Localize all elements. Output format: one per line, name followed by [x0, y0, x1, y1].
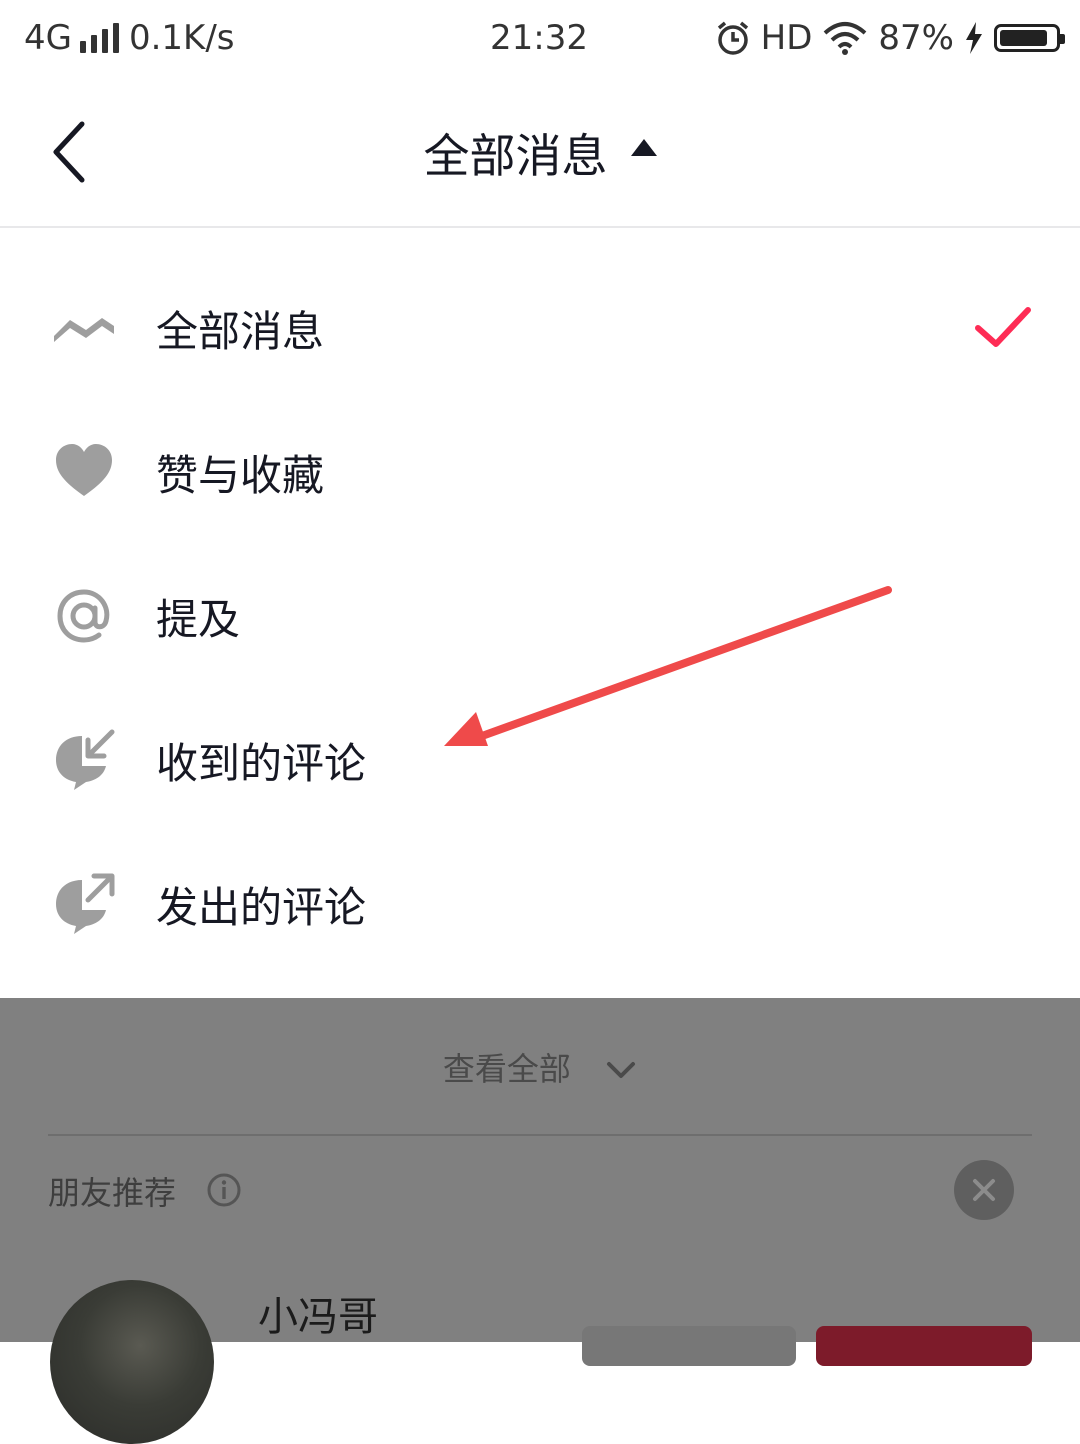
battery-percent: 87%: [878, 18, 954, 58]
close-button[interactable]: [954, 1160, 1014, 1220]
check-icon: [975, 307, 1031, 347]
network-type: 4G: [24, 18, 72, 58]
wifi-icon: [824, 22, 867, 55]
remove-button[interactable]: [582, 1326, 796, 1366]
see-all-label: 查看全部: [442, 1050, 571, 1088]
signal-icon: [79, 23, 119, 53]
caret-up-icon: [630, 138, 657, 156]
menu-label: 全部消息: [156, 306, 325, 356]
status-right: HD 87%: [715, 16, 1065, 60]
heart-icon: [56, 444, 112, 496]
menu-item-all-messages[interactable]: 全部消息: [0, 256, 1080, 400]
close-icon: [973, 1179, 995, 1201]
info-icon[interactable]: [206, 1172, 242, 1208]
menu-item-sent-comments[interactable]: 发出的评论: [0, 832, 1080, 976]
menu-label: 赞与收藏: [156, 450, 325, 500]
comment-received-icon: [56, 729, 115, 790]
menu-item-received-comments[interactable]: 收到的评论: [0, 688, 1080, 832]
wave-icon: [54, 318, 114, 342]
avatar[interactable]: [50, 1280, 214, 1444]
battery-icon: [994, 24, 1065, 52]
follow-button[interactable]: [816, 1326, 1032, 1366]
page-title: 全部消息: [423, 129, 608, 183]
menu-item-likes-favorites[interactable]: 赞与收藏: [0, 400, 1080, 544]
divider: [48, 1134, 1032, 1136]
message-filter-menu: 全部消息 赞与收藏 提及 收到的评论 发出的评论: [0, 228, 1080, 998]
alarm-icon: [717, 21, 748, 55]
at-icon: [57, 589, 110, 643]
friend-name: 小冯哥: [258, 1294, 378, 1340]
menu-label: 提及: [156, 594, 241, 644]
network-speed: 0.1K/s: [128, 18, 235, 58]
title-dropdown[interactable]: 全部消息: [0, 120, 1080, 186]
menu-label: 发出的评论: [156, 882, 367, 932]
status-left: 4G 0.1K/s: [24, 16, 235, 60]
status-time: 21:32: [490, 18, 588, 58]
status-bar: 4G 0.1K/s 21:32 HD 87%: [0, 0, 1080, 76]
charging-icon: [966, 22, 982, 54]
see-all-button[interactable]: 查看全部: [0, 1044, 1080, 1090]
friends-recommend-title: 朋友推荐: [48, 1174, 177, 1212]
comment-sent-icon: [56, 873, 115, 934]
chevron-down-icon: [607, 1062, 636, 1078]
header: 全部消息: [0, 76, 1080, 228]
hd-label: HD: [760, 18, 813, 58]
battery-fill: [1000, 30, 1047, 46]
menu-label: 收到的评论: [156, 738, 367, 788]
menu-item-mentions[interactable]: 提及: [0, 544, 1080, 688]
